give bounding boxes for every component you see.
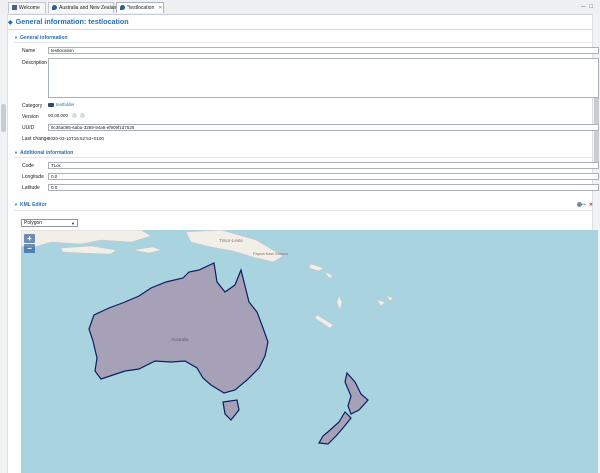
map-zoom-controls: + −	[24, 234, 35, 254]
land-southeast-asia	[21, 230, 152, 249]
section-divider	[14, 42, 594, 43]
category-label: Category	[22, 103, 43, 109]
page-title: ◆ General information: testlocation	[8, 15, 129, 28]
last-change-label: Last change	[22, 136, 50, 142]
folder-icon	[48, 103, 54, 107]
map-view[interactable]: Timor-Leste Australia Papua New Guinea	[21, 230, 598, 473]
close-icon[interactable]: ✕	[158, 5, 162, 11]
uuid-field[interactable]: 9c36a095-6aba-3289-94a6-ef909f1d7528	[48, 124, 599, 131]
shape-type-select[interactable]: Polygon ▼	[21, 219, 78, 227]
location-pin-icon	[52, 5, 57, 10]
section-general-header[interactable]: ▼ General information	[14, 34, 68, 42]
code-label: Code	[22, 163, 34, 169]
version-up-icon[interactable]	[72, 113, 78, 118]
zoom-in-button[interactable]: +	[24, 234, 35, 243]
land-papua	[185, 230, 284, 263]
tab-label: Welcome	[19, 5, 40, 11]
name-label: Name	[22, 48, 36, 54]
longitude-field[interactable]: 0.0	[48, 173, 599, 180]
maximize-icon[interactable]: □	[589, 4, 597, 10]
kml-actions: ⇒✕	[576, 202, 596, 208]
section-kml-title: KML Editor	[20, 202, 47, 208]
page-title-text: General information: testlocation	[15, 17, 129, 26]
version-value: 00.00.000	[48, 113, 86, 118]
uuid-label: UUID	[22, 125, 35, 131]
description-field[interactable]	[48, 58, 599, 98]
link-icon[interactable]: ⇒	[582, 202, 589, 208]
section-kml-header[interactable]: ▼ KML Editor	[14, 201, 47, 209]
land-timor	[132, 246, 162, 254]
version-label: Version	[22, 114, 39, 120]
chevron-down-icon: ▼	[71, 221, 75, 226]
land-vanuatu	[336, 295, 343, 311]
land-solomons	[308, 263, 334, 279]
description-label: Description	[22, 60, 48, 66]
section-divider	[14, 210, 594, 211]
section-additional-title: Additional information	[20, 150, 74, 156]
land-islands-north	[60, 245, 117, 255]
left-scroll-thumb[interactable]	[1, 104, 6, 132]
title-divider	[8, 29, 593, 30]
map-label-png: Papua New Guinea	[253, 251, 288, 256]
version-text: 00.00.000	[48, 113, 69, 118]
section-additional-header[interactable]: ▼ Additional information	[14, 149, 73, 157]
land-new-caledonia	[314, 314, 334, 329]
last-change-value: 2020-03-10T16:52:53+0100	[48, 136, 104, 141]
location-pin-icon	[120, 5, 125, 10]
longitude-label: Longitude	[22, 174, 44, 180]
tab-welcome[interactable]: Welcome	[8, 2, 46, 13]
section-divider	[14, 157, 594, 158]
category-link[interactable]: testfolder	[56, 102, 75, 107]
shape-type-value: Polygon	[24, 220, 43, 226]
editor-tab-bar: Welcome Australia and New Zealand *testl…	[0, 0, 600, 15]
tab-testlocation[interactable]: *testlocation ✕	[116, 2, 164, 13]
map-label-timor: Timor-Leste	[219, 238, 243, 243]
window-controls: ─□	[581, 2, 597, 12]
home-icon	[12, 5, 17, 10]
code-field[interactable]: TLoc	[48, 162, 599, 169]
version-down-icon[interactable]	[80, 113, 86, 118]
category-value[interactable]: testfolder	[48, 102, 75, 107]
land-fiji	[376, 295, 394, 307]
tab-australia-nz[interactable]: Australia and New Zealand	[48, 2, 119, 13]
map-label-australia: Australia	[171, 337, 189, 342]
name-field[interactable]: testlocation	[48, 47, 599, 54]
map-canvas[interactable]: Timor-Leste Australia Papua New Guinea	[21, 230, 598, 473]
polygon-australia	[88, 262, 269, 394]
tab-label: *testlocation	[127, 5, 155, 11]
polygon-nz-south	[318, 411, 352, 445]
latitude-label: Latitude	[22, 185, 40, 191]
left-trim	[0, 14, 8, 473]
location-pin-icon: ◆	[8, 20, 13, 26]
polygon-tasmania	[222, 399, 240, 421]
polygon-nz-north	[344, 371, 369, 415]
section-general-title: General information	[20, 35, 68, 41]
tab-label: Australia and New Zealand	[59, 5, 120, 11]
delete-icon[interactable]: ✕	[589, 202, 596, 208]
latitude-field[interactable]: 0.0	[48, 184, 599, 191]
zoom-out-button[interactable]: −	[24, 244, 35, 253]
